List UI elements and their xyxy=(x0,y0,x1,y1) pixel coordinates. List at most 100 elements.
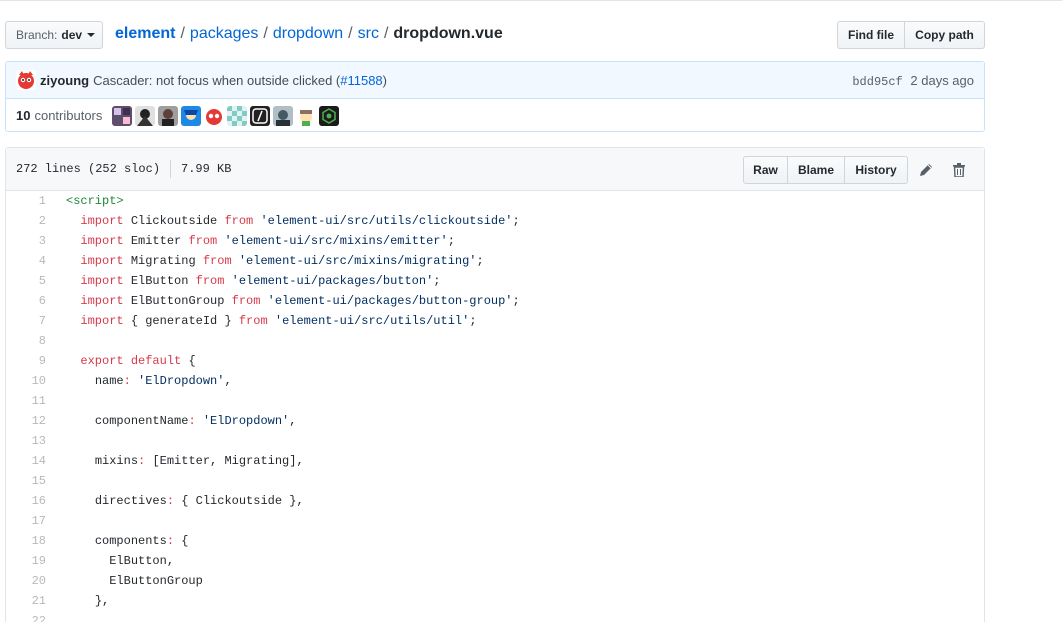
breadcrumb-dropdown-link[interactable]: dropdown xyxy=(273,25,343,42)
author-avatar[interactable] xyxy=(16,70,36,90)
code-line: 7 import { generateId } from 'element-ui… xyxy=(6,311,984,331)
line-number[interactable]: 20 xyxy=(6,574,46,588)
line-number[interactable]: 4 xyxy=(6,254,46,268)
commit-message-text[interactable]: Cascader: not focus when outside clicked… xyxy=(93,73,340,88)
line-number[interactable]: 10 xyxy=(6,374,46,388)
code-line: 17 xyxy=(6,511,984,531)
latest-commit-box: ziyoung Cascader: not focus when outside… xyxy=(5,61,985,132)
code-line: 4 import Migrating from 'element-ui/src/… xyxy=(6,251,984,271)
commit-message-end: ) xyxy=(382,72,388,88)
line-number[interactable]: 21 xyxy=(6,594,46,608)
contributor-avatar[interactable] xyxy=(296,105,317,126)
code-line: 1 <script> xyxy=(6,191,984,211)
line-number[interactable]: 5 xyxy=(6,274,46,288)
code-line: 12 componentName: 'ElDropdown', xyxy=(6,411,984,431)
contributors-label[interactable]: contributors xyxy=(34,108,102,123)
history-button[interactable]: History xyxy=(845,155,908,184)
line-number[interactable]: 19 xyxy=(6,554,46,568)
branch-label: Branch: xyxy=(16,28,58,42)
line-number[interactable]: 13 xyxy=(6,434,46,448)
code-line: 22 xyxy=(6,611,984,622)
line-number[interactable]: 8 xyxy=(6,334,46,348)
code-line: 14 mixins: [Emitter, Migrating], xyxy=(6,451,984,471)
breadcrumb-packages-link[interactable]: packages xyxy=(190,25,259,42)
line-number[interactable]: 1 xyxy=(6,194,46,208)
line-number[interactable]: 6 xyxy=(6,294,46,308)
line-content: <script> xyxy=(66,194,124,208)
line-number[interactable]: 11 xyxy=(6,394,46,408)
code-line: 8 xyxy=(6,331,984,351)
code-line: 11 xyxy=(6,391,984,411)
code-line: 5 import ElButton from 'element-ui/packa… xyxy=(6,271,984,291)
file-actions: Raw Blame History xyxy=(743,148,984,191)
breadcrumb-file-name: dropdown.vue xyxy=(393,25,503,42)
copy-path-button[interactable]: Copy path xyxy=(905,21,985,49)
line-content: componentName: 'ElDropdown', xyxy=(94,414,297,428)
contributor-avatar[interactable] xyxy=(227,105,248,126)
line-content: mixins: [Emitter, Migrating], xyxy=(94,454,304,468)
contributor-avatar[interactable] xyxy=(112,105,133,126)
contributor-avatar[interactable] xyxy=(204,105,225,126)
contributor-avatars xyxy=(112,105,342,126)
commit-message[interactable]: Cascader: not focus when outside clicked… xyxy=(93,73,387,88)
line-number[interactable]: 18 xyxy=(6,534,46,548)
line-number[interactable]: 2 xyxy=(6,214,46,228)
breadcrumb-separator: / xyxy=(263,25,268,42)
file-viewer: 272 lines (252 sloc) 7.99 KB Raw Blame H… xyxy=(5,147,985,622)
file-line-count: 272 lines (252 sloc) xyxy=(16,162,161,176)
contributors-count[interactable]: 10 xyxy=(16,108,30,123)
line-number[interactable]: 9 xyxy=(6,354,46,368)
commit-time: 2 days ago xyxy=(910,73,974,88)
commit-issue-link[interactable]: #11588 xyxy=(340,73,382,88)
code-line: 18 components: { xyxy=(6,531,984,551)
pencil-icon[interactable] xyxy=(918,162,934,178)
contributor-avatar[interactable] xyxy=(250,105,271,126)
contributor-avatar[interactable] xyxy=(181,105,202,126)
file-size: 7.99 KB xyxy=(181,162,232,176)
contributor-avatar[interactable] xyxy=(135,105,156,126)
raw-button[interactable]: Raw xyxy=(743,155,788,184)
code-line: 3 import Emitter from 'element-ui/src/mi… xyxy=(6,231,984,251)
line-content: name: 'ElDropdown', xyxy=(94,374,232,388)
top-border xyxy=(0,0,1062,1)
code-line: 9 export default { xyxy=(6,351,984,371)
line-number[interactable]: 16 xyxy=(6,494,46,508)
contributor-avatar[interactable] xyxy=(158,105,179,126)
line-number[interactable]: 7 xyxy=(6,314,46,328)
line-content: components: { xyxy=(94,534,189,548)
breadcrumb-src-link[interactable]: src xyxy=(358,25,379,42)
contributors-row: 10 contributors xyxy=(6,99,984,132)
line-number[interactable]: 3 xyxy=(6,234,46,248)
file-nav-button-group: Find file Copy path xyxy=(837,21,985,49)
line-content: directives: { Clickoutside }, xyxy=(94,494,304,508)
line-content: ElButton, xyxy=(109,554,175,568)
blame-button[interactable]: Blame xyxy=(788,155,845,184)
contributor-avatar[interactable] xyxy=(273,105,294,126)
trash-icon[interactable] xyxy=(951,162,967,178)
commit-header: ziyoung Cascader: not focus when outside… xyxy=(6,62,984,99)
code-line: 21 }, xyxy=(6,591,984,611)
contributor-avatar[interactable] xyxy=(319,105,340,126)
line-content: import ElButtonGroup from 'element-ui/pa… xyxy=(80,294,520,308)
breadcrumb-repo-link[interactable]: element xyxy=(115,25,175,42)
line-number[interactable]: 22 xyxy=(6,614,46,622)
line-content: import Emitter from 'element-ui/src/mixi… xyxy=(80,234,455,248)
line-content: export default { xyxy=(80,354,196,368)
line-number[interactable]: 15 xyxy=(6,474,46,488)
code-line: 20 ElButtonGroup xyxy=(6,571,984,591)
line-number[interactable]: 17 xyxy=(6,514,46,528)
branch-select-button[interactable]: Branch: dev xyxy=(5,21,103,49)
line-content: import Migrating from 'element-ui/src/mi… xyxy=(80,254,484,268)
line-number[interactable]: 12 xyxy=(6,414,46,428)
file-header: 272 lines (252 sloc) 7.99 KB Raw Blame H… xyxy=(6,148,984,191)
line-content: import ElButton from 'element-ui/package… xyxy=(80,274,441,288)
breadcrumb-separator: / xyxy=(383,25,389,42)
code-line: 19 ElButton, xyxy=(6,551,984,571)
line-content: import Clickoutside from 'element-ui/src… xyxy=(80,214,520,228)
commit-author-link[interactable]: ziyoung xyxy=(40,73,89,88)
line-number[interactable]: 14 xyxy=(6,454,46,468)
find-file-button[interactable]: Find file xyxy=(837,21,905,49)
commit-sha-link[interactable]: bdd95cf xyxy=(852,75,902,89)
line-content: ElButtonGroup xyxy=(109,574,203,588)
file-view-button-group: Raw Blame History xyxy=(743,155,908,184)
